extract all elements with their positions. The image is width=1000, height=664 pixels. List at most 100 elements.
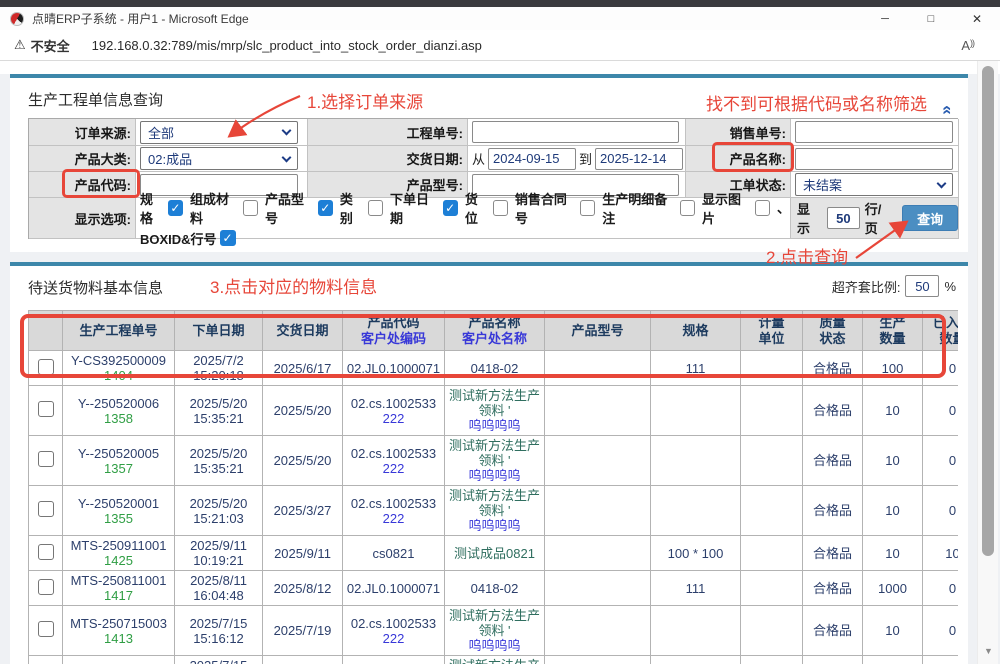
cell-spec: 100 * 100 <box>651 536 741 571</box>
address-url[interactable]: 192.168.0.32:789/mis/mrp/slc_product_int… <box>92 38 482 53</box>
cell-quality: 合格品 <box>803 351 863 386</box>
display-option-checkbox[interactable] <box>680 200 695 216</box>
table-row[interactable]: MTS-2507150022025/7/15 15:12025/7/2602.c… <box>29 656 959 664</box>
display-option[interactable]: 下单日期✓ <box>390 189 458 227</box>
display-option-checkbox[interactable] <box>493 200 508 216</box>
col-header-select[interactable] <box>29 311 63 351</box>
read-aloud-icon[interactable]: A)) <box>961 38 974 53</box>
col-header-unit[interactable]: 计量单位 <box>741 311 803 351</box>
table-row[interactable]: MTS-25091100114252025/9/11 10:19:212025/… <box>29 536 959 571</box>
not-secure-warning-icon: ⚠ <box>14 37 26 53</box>
order-status-select[interactable]: 未结案 <box>795 173 953 196</box>
row-checkbox[interactable] <box>38 621 54 637</box>
display-option-checkbox[interactable] <box>243 200 258 216</box>
date-from-input[interactable]: 2024-09-15 <box>488 148 576 170</box>
page-scrollbar[interactable]: ▼ <box>977 61 998 664</box>
project-no-input[interactable] <box>472 121 679 143</box>
display-option-checkbox[interactable] <box>368 200 383 216</box>
display-option-checkbox[interactable]: ✓ <box>168 200 183 216</box>
cell-quality-text: 合格品 <box>804 453 861 468</box>
col-header-quality[interactable]: 质量状态 <box>803 311 863 351</box>
cell-quality: 合格品 <box>803 486 863 536</box>
cell-spec <box>651 386 741 436</box>
material-table-header-row: 生产工程单号下单日期交货日期产品代码客户处编码产品名称客户处名称产品型号规格计量… <box>29 311 959 351</box>
order-status-value: 未结案 <box>803 175 842 194</box>
background-window-strip <box>0 0 1000 7</box>
cell-order-no: MTS-2508110011417 <box>63 571 175 606</box>
display-option-checkbox[interactable]: ✓ <box>220 230 236 246</box>
cell-select <box>29 436 63 486</box>
display-option-checkbox[interactable] <box>755 200 770 216</box>
table-row[interactable]: MTS-25081100114172025/8/11 16:04:482025/… <box>29 571 959 606</box>
display-option[interactable]: 规格✓ <box>140 189 183 227</box>
sales-no-input[interactable] <box>795 121 953 143</box>
display-option[interactable]: 货位 <box>465 189 508 227</box>
row-checkbox[interactable] <box>38 579 54 595</box>
cell-received-text: 0 <box>924 581 958 596</box>
date-to-input[interactable]: 2025-12-14 <box>595 148 683 170</box>
cell-delivery-date-text: 2025/5/20 <box>264 403 341 418</box>
annotation-step3: 3.点击对应的物料信息 <box>210 273 377 298</box>
rows-per-page-input[interactable]: 50 <box>827 207 860 229</box>
cell-order-no-text: 1355 <box>64 511 173 526</box>
row-checkbox[interactable] <box>38 544 54 560</box>
cell-spec <box>651 606 741 656</box>
col-header-product-model[interactable]: 产品型号 <box>545 311 651 351</box>
product-name-input[interactable] <box>795 148 953 170</box>
table-row[interactable]: Y--25052000513572025/5/20 15:35:212025/5… <box>29 436 959 486</box>
display-option[interactable]: BOXID&行号✓ <box>140 229 236 248</box>
display-option-checkbox[interactable] <box>580 200 595 216</box>
cell-order-no-text: 1417 <box>64 588 173 603</box>
product-category-select[interactable]: 02:成品 <box>140 147 298 170</box>
order-source-select[interactable]: 全部 <box>140 121 298 144</box>
col-header-order-no[interactable]: 生产工程单号 <box>63 311 175 351</box>
display-option[interactable]: 类别 <box>340 189 383 227</box>
cell-product-code: 02.JL0.1000071 <box>343 571 445 606</box>
display-option[interactable]: 显示图片 <box>702 189 770 227</box>
display-option-checkbox[interactable]: ✓ <box>443 200 458 216</box>
scrollbar-thumb[interactable] <box>982 66 994 556</box>
collapse-panel-icon[interactable]: « <box>940 105 954 114</box>
col-header-product-name[interactable]: 产品名称客户处名称 <box>445 311 545 351</box>
cell-product-name: 测试新方法生产领料 ' <box>445 656 545 664</box>
table-row[interactable]: Y--25052000613582025/5/20 15:35:212025/5… <box>29 386 959 436</box>
close-icon[interactable]: ✕ <box>954 7 1000 30</box>
material-panel: 待送货物料基本信息 超齐套比例: 50 % 生产工程单号下单日期交货日期产品代码… <box>10 262 968 664</box>
product-category-value: 02:成品 <box>148 149 192 168</box>
maximize-icon[interactable]: □ <box>908 7 954 30</box>
col-header-received[interactable]: 已入库数量 <box>923 311 959 351</box>
cell-order-date-text: 2025/5/20 15:35:21 <box>176 396 261 426</box>
cell-unit <box>741 386 803 436</box>
cell-product-name: 测试成品0821 <box>445 536 545 571</box>
display-option[interactable]: 生产明细备注 <box>602 189 695 227</box>
table-row[interactable]: Y-CS39250000914042025/7/2 15:20:182025/6… <box>29 351 959 386</box>
cell-delivery-date: 2025/3/27 <box>263 486 343 536</box>
table-row[interactable]: Y--25052000113552025/5/20 15:21:032025/3… <box>29 486 959 536</box>
overset-ratio-input[interactable]: 50 <box>905 275 939 297</box>
search-button[interactable]: 查询 <box>902 205 958 231</box>
row-checkbox[interactable] <box>38 401 54 417</box>
security-label[interactable]: 不安全 <box>31 36 70 55</box>
col-header-spec[interactable]: 规格 <box>651 311 741 351</box>
cell-received: 0 <box>923 656 959 664</box>
cell-quality: 合格品 <box>803 571 863 606</box>
table-row[interactable]: MTS-25071500314132025/7/15 15:16:122025/… <box>29 606 959 656</box>
cell-spec <box>651 436 741 486</box>
col-header-line: 产品代码 <box>344 315 443 331</box>
col-header-line: 交货日期 <box>264 323 341 339</box>
display-option[interactable]: 组成材料 <box>190 189 258 227</box>
col-header-qty[interactable]: 生产数量 <box>863 311 923 351</box>
col-header-product-code[interactable]: 产品代码客户处编码 <box>343 311 445 351</box>
cell-received: 0 <box>923 486 959 536</box>
row-checkbox[interactable] <box>38 501 54 517</box>
col-header-delivery-date[interactable]: 交货日期 <box>263 311 343 351</box>
overset-ratio: 超齐套比例: 50 % <box>832 275 956 297</box>
display-option[interactable]: 产品型号✓ <box>265 189 333 227</box>
row-checkbox[interactable] <box>38 451 54 467</box>
display-option-checkbox[interactable]: ✓ <box>318 200 333 216</box>
col-header-order-date[interactable]: 下单日期 <box>175 311 263 351</box>
minimize-icon[interactable]: ─ <box>862 7 908 30</box>
display-option[interactable]: 销售合同号 <box>515 189 595 227</box>
scroll-down-arrow-icon[interactable]: ▼ <box>978 646 999 656</box>
row-checkbox[interactable] <box>38 359 54 375</box>
